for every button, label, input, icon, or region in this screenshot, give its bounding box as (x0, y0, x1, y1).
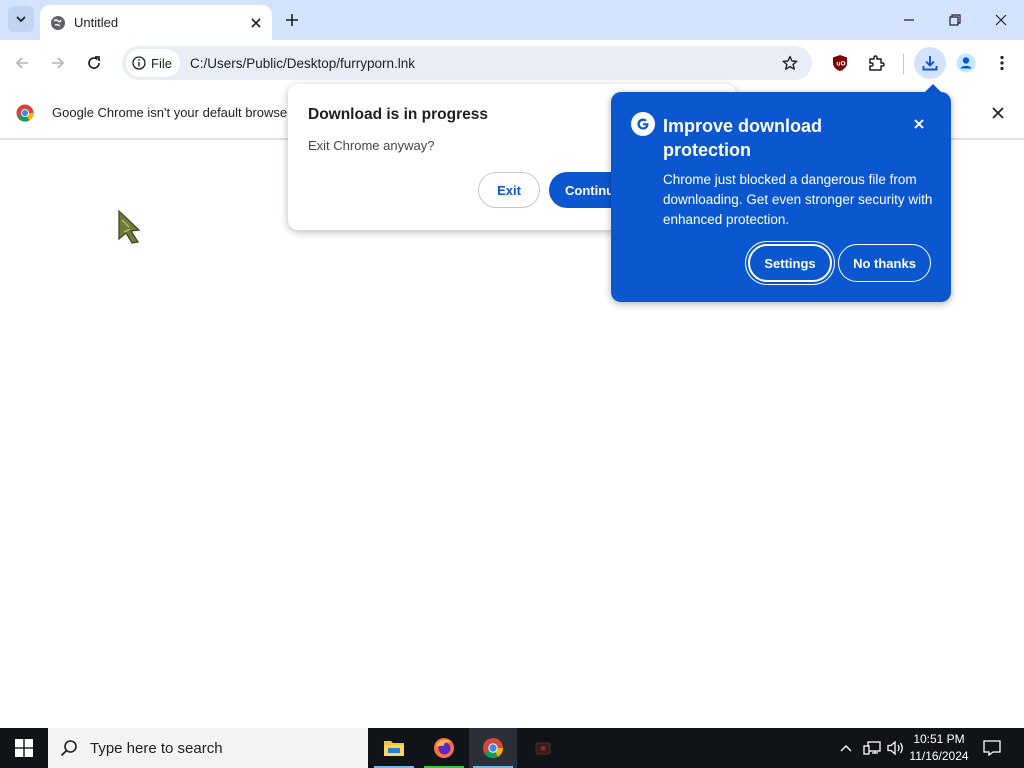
profile-icon (956, 53, 976, 73)
bubble-body: Chrome just blocked a dangerous file fro… (663, 172, 933, 227)
start-button[interactable] (0, 728, 48, 768)
forward-button[interactable] (44, 49, 72, 77)
restore-icon (949, 14, 961, 26)
globe-icon (51, 15, 65, 30)
exit-button[interactable]: Exit (478, 172, 540, 208)
reload-icon (88, 56, 100, 69)
chevron-up-icon (840, 745, 852, 752)
taskbar-chrome[interactable] (469, 728, 517, 768)
forward-icon (52, 57, 65, 69)
notification-icon (983, 740, 1001, 756)
infobar-close-button[interactable] (986, 101, 1010, 125)
search-icon (60, 740, 77, 757)
ublock-extension-button[interactable]: uO (826, 49, 854, 77)
taskbar-search-box[interactable]: Type here to search (48, 728, 368, 768)
network-button[interactable] (860, 728, 884, 768)
search-placeholder: Type here to search (90, 739, 223, 757)
toolbar: File C:/Users/Public/Desktop/furryporn.l… (0, 40, 1024, 86)
bubble-close-button[interactable] (907, 112, 931, 136)
network-icon (863, 741, 881, 755)
ublock-icon: uO (833, 55, 847, 71)
star-icon[interactable] (782, 55, 798, 71)
chrome-logo-icon (16, 104, 34, 122)
back-button[interactable] (8, 49, 36, 77)
chevron-down-icon (16, 16, 26, 23)
taskbar-firefox[interactable] (420, 728, 468, 768)
extensions-button[interactable] (862, 49, 890, 77)
close-icon (992, 107, 1004, 119)
new-tab-button[interactable] (280, 8, 304, 32)
clock-time: 10:51 PM (913, 732, 965, 746)
reload-button[interactable] (80, 49, 108, 77)
file-explorer-icon (384, 741, 404, 756)
downloads-button[interactable] (914, 47, 946, 79)
svg-text:uO: uO (836, 61, 845, 68)
show-hidden-icons-button[interactable] (836, 728, 856, 768)
tab-search-button[interactable] (8, 6, 34, 32)
tab-untitled[interactable]: Untitled (40, 5, 272, 40)
address-bar[interactable]: File C:/Users/Public/Desktop/furryporn.l… (122, 46, 812, 80)
close-icon (995, 14, 1007, 26)
google-g-icon (631, 112, 655, 136)
chrome-icon (483, 738, 504, 759)
no-thanks-button[interactable]: No thanks (838, 244, 931, 282)
download-icon (922, 56, 938, 71)
minimize-icon (904, 19, 914, 21)
dialog-title: Download is in progress (308, 106, 488, 123)
minimize-button[interactable] (886, 0, 932, 40)
info-icon (132, 56, 146, 70)
mouse-cursor-icon (118, 210, 141, 244)
taskbar-clock[interactable]: 10:51 PM 11/16/2024 (900, 731, 978, 765)
taskbar: Type here to search 10:51 PM 11/16/2024 (0, 728, 1024, 768)
more-icon (1000, 55, 1004, 71)
site-info-chip[interactable]: File (126, 49, 180, 77)
close-icon (914, 119, 924, 129)
infobar-message: Google Chrome isn't your default browse (52, 105, 288, 120)
taskbar-app[interactable] (519, 728, 567, 768)
close-window-button[interactable] (978, 0, 1024, 40)
download-protection-bubble: Improve download protection Chrome just … (611, 92, 951, 302)
settings-button[interactable]: Settings (748, 244, 832, 282)
app-icon (535, 742, 551, 755)
windows-icon (15, 739, 33, 757)
firefox-icon (434, 738, 454, 758)
site-chip-label: File (151, 55, 172, 71)
more-menu-button[interactable] (988, 49, 1016, 77)
clock-date: 11/16/2024 (909, 749, 969, 763)
restore-button[interactable] (932, 0, 978, 40)
taskbar-file-explorer[interactable] (370, 728, 418, 768)
notifications-button[interactable] (980, 728, 1004, 768)
extensions-icon (869, 55, 885, 71)
close-icon[interactable] (250, 17, 262, 29)
profile-button[interactable] (952, 49, 980, 77)
toolbar-divider (903, 54, 904, 74)
plus-icon (286, 14, 298, 26)
url-text[interactable]: C:/Users/Public/Desktop/furryporn.lnk (190, 56, 782, 71)
back-icon (15, 57, 28, 69)
dialog-message: Exit Chrome anyway? (308, 138, 435, 153)
tab-title: Untitled (74, 15, 119, 30)
tab-strip: Untitled (0, 0, 1024, 40)
bubble-title: Improve download protection (663, 116, 823, 160)
